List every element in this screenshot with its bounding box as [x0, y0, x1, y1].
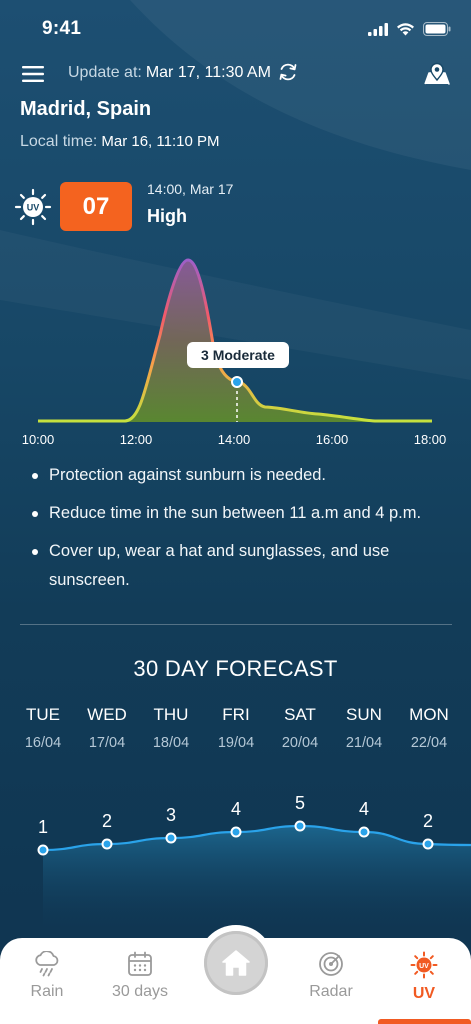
nav-radar[interactable]: Radar — [296, 951, 366, 1001]
x-axis-labels: 10:00 12:00 14:00 16:00 18:00 — [22, 432, 447, 447]
advice-item: Cover up, wear a hat and sunglasses, and… — [30, 537, 450, 595]
active-tab-indicator — [378, 1019, 471, 1024]
forecast-value-label: 4 — [231, 799, 241, 819]
forecast-value-label: 3 — [166, 805, 176, 825]
day-date: 16/04 — [24, 735, 62, 751]
local-time: Local time: Mar 16, 11:10 PM — [20, 133, 220, 151]
uv-sun-icon: UV — [14, 188, 52, 226]
update-time: Update at: Mar 17, 11:30 AM — [68, 64, 271, 82]
forecast-point[interactable] — [165, 832, 177, 844]
forecast-point[interactable] — [294, 820, 306, 832]
nav-label: Rain — [30, 983, 64, 1000]
forecast-day-wed[interactable]: WED 17/04 — [75, 705, 139, 751]
uv-time: 14:00, Mar 17 — [147, 181, 234, 197]
status-icons — [368, 22, 451, 36]
forecast-point[interactable] — [230, 826, 242, 838]
nav-label: UV — [412, 985, 436, 1002]
day-name: WED — [87, 705, 127, 724]
day-date: 18/04 — [152, 735, 190, 751]
forecast-day-thu[interactable]: THU 18/04 — [139, 705, 203, 751]
calendar-icon — [128, 951, 152, 976]
battery-icon — [423, 22, 451, 36]
rain-cloud-icon — [35, 951, 59, 977]
forecast-day-sat[interactable]: SAT 20/04 — [268, 705, 332, 751]
forecast-day-mon[interactable]: MON 22/04 — [397, 705, 461, 751]
forecast-day-fri[interactable]: FRI 19/04 — [204, 705, 268, 751]
status-time: 9:41 — [42, 18, 82, 39]
status-bar: 9:41 — [0, 0, 471, 56]
nav-home-button[interactable] — [204, 931, 268, 995]
svg-text:UV: UV — [27, 203, 40, 213]
forecast-title: 30 DAY FORECAST — [133, 656, 338, 681]
day-name: MON — [409, 705, 449, 724]
divider — [20, 624, 452, 625]
nav-30-days[interactable]: 30 days — [105, 951, 175, 1001]
advice-item: Protection against sunburn is needed. — [30, 461, 450, 490]
nav-label: 30 days — [111, 983, 169, 1000]
x-tick-label: 18:00 — [414, 432, 447, 447]
nav-rain[interactable]: Rain — [12, 951, 82, 1001]
svg-text:UV: UV — [419, 963, 429, 970]
refresh-icon[interactable] — [277, 61, 299, 83]
day-name: TUE — [26, 705, 60, 724]
day-date: 17/04 — [88, 735, 126, 751]
nav-uv[interactable]: UV UV — [389, 951, 459, 1003]
uv-index-badge: 07 — [60, 182, 132, 231]
x-tick-label: 10:00 — [22, 432, 55, 447]
forecast-point[interactable] — [101, 838, 113, 850]
x-tick-label: 16:00 — [316, 432, 349, 447]
tooltip-text: 3 Moderate — [201, 347, 275, 363]
local-time-label: Local time: — [20, 133, 98, 150]
x-tick-label: 12:00 — [120, 432, 153, 447]
x-tick-label: 14:00 — [218, 432, 251, 447]
local-time-value: Mar 16, 11:10 PM — [101, 133, 220, 150]
forecast-day-tue[interactable]: TUE 16/04 — [11, 705, 75, 751]
uv-level: High — [147, 206, 187, 226]
nav-label: Radar — [309, 983, 353, 1000]
day-name: SUN — [346, 705, 382, 724]
forecast-day-sun[interactable]: SUN 21/04 — [332, 705, 396, 751]
update-value: Mar 17, 11:30 AM — [145, 64, 271, 81]
uv-advice-list: Protection against sunburn is needed. Re… — [30, 461, 450, 604]
day-date: 21/04 — [345, 735, 383, 751]
day-date: 22/04 — [410, 735, 448, 751]
day-date: 19/04 — [217, 735, 255, 751]
forecast-value-label: 2 — [423, 811, 433, 831]
cellular-signal-icon — [368, 22, 388, 36]
forecast-value-label: 5 — [295, 793, 305, 813]
advice-item: Reduce time in the sun between 11 a.m an… — [30, 499, 450, 528]
forecast-point[interactable] — [422, 838, 434, 850]
radar-icon — [319, 952, 343, 976]
forecast-point[interactable] — [358, 826, 370, 838]
day-name: SAT — [284, 705, 316, 724]
menu-icon[interactable] — [22, 64, 48, 84]
forecast-value-label: 1 — [38, 817, 48, 837]
day-name: FRI — [222, 705, 250, 724]
forecast-uv-chart: 1 2 3 4 5 4 2 — [37, 793, 471, 935]
uv-sun-icon: UV — [410, 951, 438, 979]
day-date: 20/04 — [281, 735, 319, 751]
tooltip-point[interactable] — [231, 376, 243, 388]
uv-daily-chart[interactable]: 3 Moderate 10:00 12:00 14:00 16:00 18:00 — [0, 240, 471, 455]
forecast-value-label: 4 — [359, 799, 369, 819]
wifi-icon — [397, 23, 414, 36]
day-name: THU — [153, 705, 189, 724]
map-location-icon[interactable] — [423, 60, 451, 88]
update-label: Update at: — [68, 64, 142, 81]
uv-area — [38, 260, 432, 422]
location-name: Madrid, Spain — [20, 98, 152, 120]
forecast-point[interactable] — [37, 844, 49, 856]
home-icon — [222, 950, 250, 976]
forecast-value-label: 2 — [102, 811, 112, 831]
